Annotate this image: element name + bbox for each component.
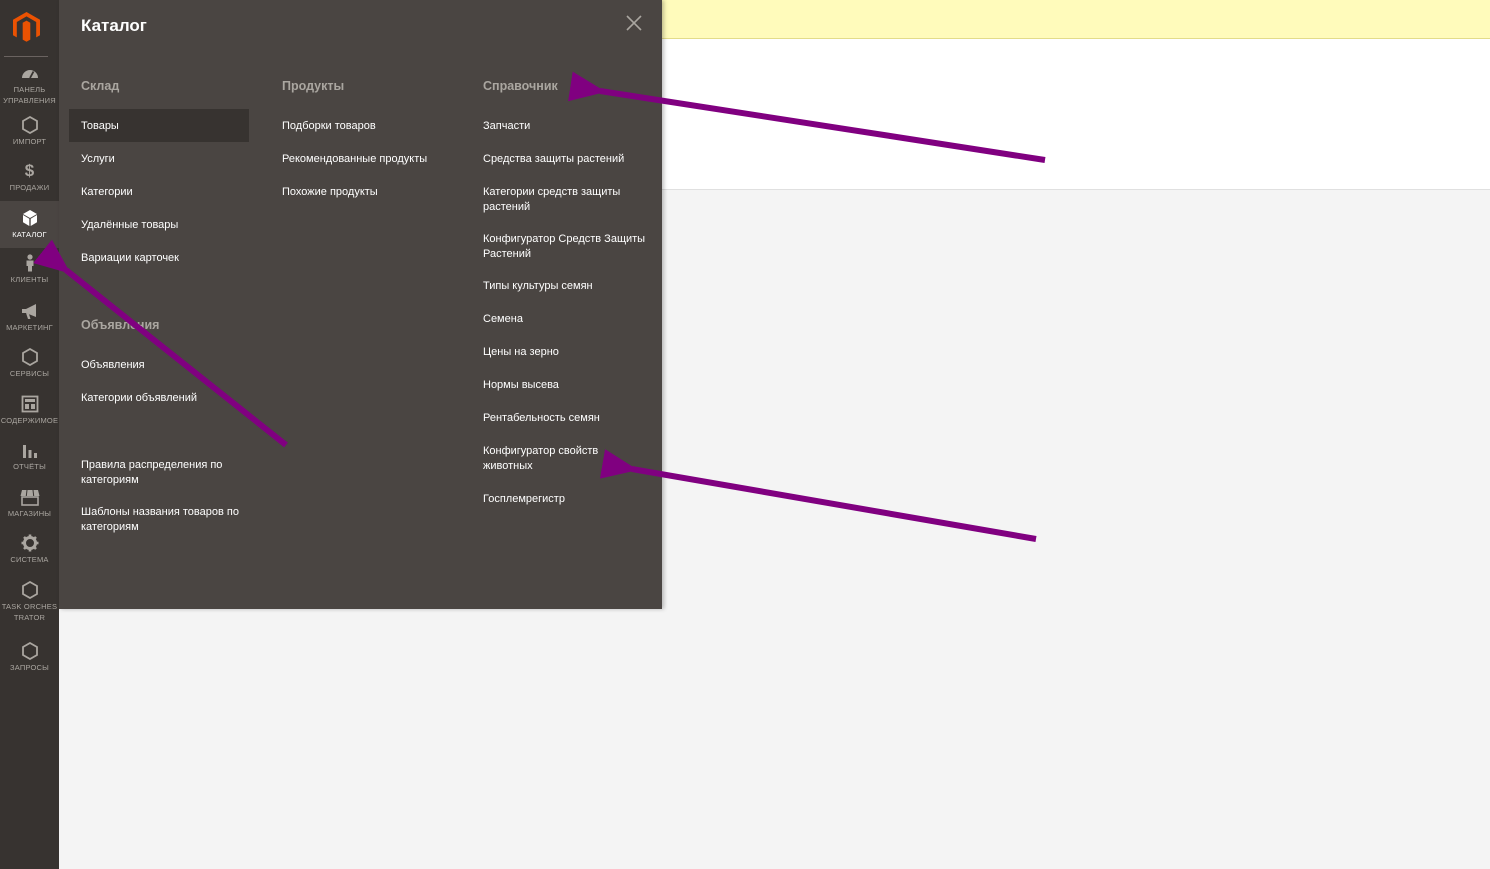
nav-item-marketing[interactable]: МАРКЕТИНГ	[0, 302, 59, 334]
admin-sidebar: ПАНЕЛЬ УПРАВЛЕНИЯ ИМПОРТ $ ПРОДАЖИ КАТАЛ…	[0, 0, 59, 869]
bar-chart-icon	[0, 441, 59, 459]
nav-item-reports[interactable]: ОТЧЁТЫ	[0, 441, 59, 473]
menu-link-category-rules[interactable]: Правила распределения по категориям	[81, 458, 247, 487]
menu-link-kategorii[interactable]: Категории	[81, 185, 241, 200]
section-title-sklad: Склад	[81, 79, 120, 93]
close-icon[interactable]	[625, 14, 643, 32]
menu-link-grain-prices[interactable]: Цены на зерно	[483, 345, 648, 360]
nav-label: СИСТЕМА	[10, 555, 49, 564]
nav-label: TASK ORCHESTRATOR	[1, 602, 58, 622]
nav-label: ПАНЕЛЬ УПРАВЛЕНИЯ	[3, 85, 56, 105]
box-icon	[0, 209, 59, 227]
nav-item-dashboard[interactable]: ПАНЕЛЬ УПРАВЛЕНИЯ	[0, 64, 59, 106]
menu-link-ads[interactable]: Объявления	[81, 358, 241, 373]
nav-item-task-orchestrator[interactable]: TASK ORCHESTRATOR	[0, 581, 59, 623]
nav-label: ИМПОРТ	[12, 137, 47, 146]
flyout-title: Каталог	[81, 16, 147, 35]
hexagon-icon	[0, 348, 59, 366]
dashboard-icon	[0, 64, 59, 82]
hexagon-icon	[0, 581, 59, 599]
catalog-flyout: Каталог Склад Товары Услуги Категории Уд…	[59, 0, 662, 609]
menu-link-seed-crop-types[interactable]: Типы культуры семян	[483, 279, 648, 294]
nav-item-stores[interactable]: МАГАЗИНЫ	[0, 488, 59, 520]
section-title-produkty: Продукты	[282, 79, 345, 93]
nav-label: СОДЕРЖИМОЕ	[0, 416, 59, 425]
menu-link-name-templates[interactable]: Шаблоны названия товаров по категориям	[81, 505, 247, 534]
menu-link-seeds[interactable]: Семена	[483, 312, 648, 327]
menu-link-tovary[interactable]: Товары	[69, 109, 249, 142]
dollar-icon: $	[24, 161, 35, 180]
nav-item-catalog[interactable]: КАТАЛОГ	[0, 201, 59, 248]
menu-link-animal-properties-configurator[interactable]: Конфигуратор свойств животных	[483, 444, 613, 473]
menu-link-plant-protection[interactable]: Средства защиты растений	[483, 152, 648, 167]
magento-logo[interactable]	[0, 0, 59, 56]
megaphone-icon	[0, 302, 59, 320]
nav-label: СЕРВИСЫ	[9, 369, 50, 378]
nav-item-sales[interactable]: $ ПРОДАЖИ	[0, 162, 59, 194]
nav-label: ЗАПРОСЫ	[10, 663, 49, 672]
logo-divider	[4, 56, 48, 57]
menu-link-card-variations[interactable]: Вариации карточек	[81, 251, 241, 266]
nav-label: ПРОДАЖИ	[9, 183, 50, 192]
menu-link-recommended[interactable]: Рекомендованные продукты	[282, 152, 452, 167]
nav-item-requests[interactable]: ЗАПРОСЫ	[0, 642, 59, 674]
nav-item-content[interactable]: СОДЕРЖИМОЕ	[0, 395, 59, 427]
menu-link-deleted-products[interactable]: Удалённые товары	[81, 218, 241, 233]
layout-icon	[0, 395, 59, 413]
menu-link-uslugi[interactable]: Услуги	[81, 152, 241, 167]
nav-item-customers[interactable]: КЛИЕНТЫ	[0, 254, 59, 286]
menu-link-ad-categories[interactable]: Категории объявлений	[81, 391, 241, 406]
hexagon-icon	[0, 642, 59, 660]
nav-label: ОТЧЁТЫ	[13, 462, 46, 471]
annotation-arrow-animal-configurator	[599, 449, 1037, 542]
nav-label: МАГАЗИНЫ	[7, 509, 52, 518]
menu-link-plant-protection-configurator[interactable]: Конфигуратор Средств Защиты Растений	[483, 232, 648, 261]
hexagon-icon	[0, 116, 59, 134]
nav-item-system[interactable]: СИСТЕМА	[0, 534, 59, 566]
gear-icon	[0, 534, 59, 552]
section-title-spravochnik: Справочник	[483, 79, 558, 93]
menu-link-plant-protection-categories[interactable]: Категории средств защиты растений	[483, 185, 648, 214]
nav-item-services[interactable]: СЕРВИСЫ	[0, 348, 59, 380]
menu-link-collections[interactable]: Подборки товаров	[282, 119, 452, 134]
section-title-obyavleniya: Объявления	[81, 318, 160, 332]
menu-link-breeding-register[interactable]: Госплемрегистр	[483, 492, 648, 507]
nav-label: КЛИЕНТЫ	[10, 275, 49, 284]
person-icon	[0, 254, 59, 272]
nav-label: МАРКЕТИНГ	[6, 323, 53, 332]
nav-label: КАТАЛОГ	[12, 230, 47, 239]
menu-link-seeding-rates[interactable]: Нормы высева	[483, 378, 648, 393]
menu-link-similar[interactable]: Похожие продукты	[282, 185, 452, 200]
menu-link-spare-parts[interactable]: Запчасти	[483, 119, 648, 134]
menu-link-seed-profitability[interactable]: Рентабельность семян	[483, 411, 648, 426]
store-icon	[0, 488, 59, 506]
nav-item-import[interactable]: ИМПОРТ	[0, 116, 59, 148]
